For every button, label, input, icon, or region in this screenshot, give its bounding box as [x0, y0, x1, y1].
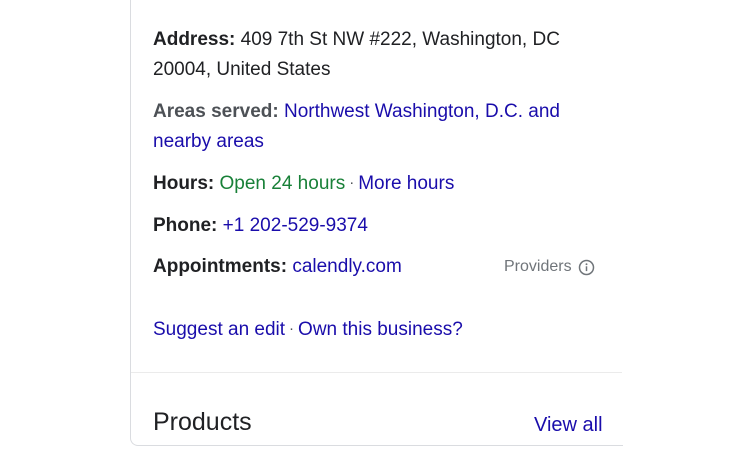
address-row: Address: 409 7th St NW #222, Washington,… [153, 25, 593, 85]
phone-row: Phone: +1 202-529-9374 [153, 211, 593, 241]
more-hours-link[interactable]: More hours [358, 173, 454, 194]
appointments-label: Appointments: [153, 256, 288, 277]
providers-button[interactable]: Providers [504, 255, 595, 279]
separator-dot: · [349, 174, 355, 191]
suggest-edit-link[interactable]: Suggest an edit [153, 319, 285, 340]
address-label: Address: [153, 29, 236, 50]
hours-row: Hours: Open 24 hours · More hours [153, 169, 593, 200]
edit-actions-row: Suggest an edit · Own this business? [153, 315, 593, 346]
providers-label: Providers [504, 258, 572, 275]
info-icon[interactable] [578, 259, 595, 276]
own-business-link[interactable]: Own this business? [298, 319, 463, 340]
appointments-link[interactable]: calendly.com [292, 256, 401, 277]
hours-label: Hours: [153, 173, 215, 194]
phone-label: Phone: [153, 215, 218, 236]
phone-link[interactable]: +1 202-529-9374 [223, 215, 368, 236]
view-all-link[interactable]: View all [534, 412, 603, 438]
section-divider [131, 372, 622, 373]
appointments-row: Appointments: calendly.com [153, 252, 493, 282]
areas-served-row: Areas served: Northwest Washington, D.C.… [153, 97, 593, 157]
areas-served-label: Areas served: [153, 101, 279, 122]
products-heading: Products [153, 408, 252, 436]
separator-dot: · [289, 320, 295, 337]
hours-status[interactable]: Open 24 hours [220, 173, 346, 194]
